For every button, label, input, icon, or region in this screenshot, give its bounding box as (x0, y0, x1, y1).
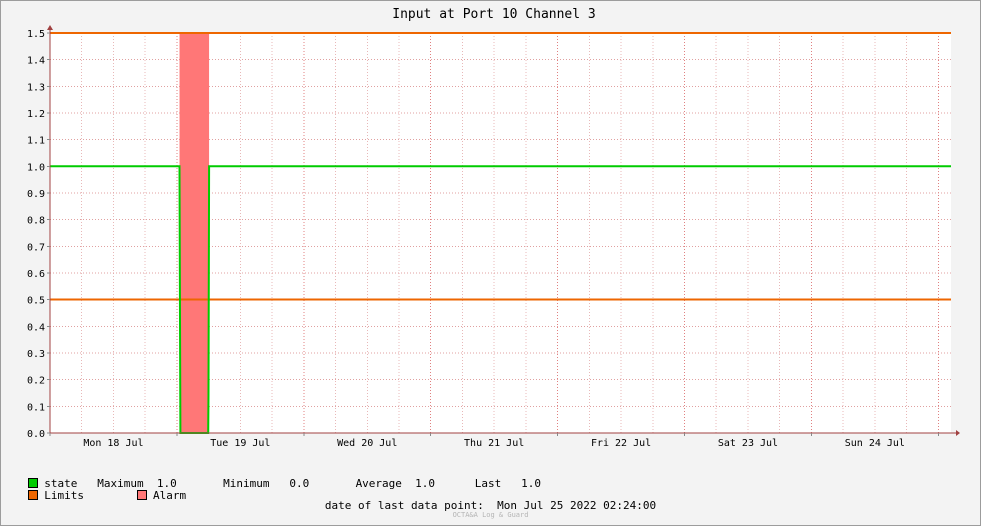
y-tick-label: 1.5 (27, 29, 45, 40)
y-tick-label: 1.4 (27, 56, 45, 67)
x-axis-arrow (956, 430, 960, 436)
y-tick-label: 0.0 (27, 429, 45, 440)
x-tick-label: Mon 18 Jul (83, 438, 143, 449)
y-tick-label: 0.1 (27, 402, 45, 413)
y-tick-label: 0.3 (27, 349, 45, 360)
stat-min-label: Minimum (223, 477, 270, 490)
chart-svg: Input at Port 10 Channel 3 0.0 0.1 0.2 0.3 0… (27, 7, 960, 449)
y-tick-label: 1.2 (27, 109, 45, 120)
stat-min-value: 0.0 (289, 477, 310, 490)
stat-avg-label: Average (355, 477, 402, 490)
y-tick-label: 0.8 (27, 216, 45, 227)
y-tick-label: 0.4 (27, 322, 45, 333)
stat-last-label: Last (474, 477, 502, 490)
alarm-area (179, 33, 210, 433)
y-tick-label: 0.2 (27, 376, 45, 387)
x-tick-label: Fri 22 Jul (591, 438, 651, 449)
stat-avg-value: 1.0 (415, 477, 436, 490)
y-tick-label: 0.9 (27, 189, 45, 200)
y-tick-label: 0.7 (27, 242, 45, 253)
y-axis-arrow (47, 25, 53, 30)
x-tick-label: Thu 21 Jul (464, 438, 524, 449)
stat-last-value: 1.0 (521, 477, 542, 490)
y-tick-label: 1.0 (27, 162, 45, 173)
y-tick-label: 1.1 (27, 136, 45, 147)
x-tick-label: Tue 19 Jul (210, 438, 270, 449)
y-tick-label: 1.3 (27, 82, 45, 93)
chart-title: Input at Port 10 Channel 3 (392, 7, 596, 22)
legend-row-limits-alarm: Limits Alarm (15, 476, 186, 502)
y-tick-label: 0.6 (27, 269, 45, 280)
x-tick-label: Sat 23 Jul (718, 438, 778, 449)
x-tick-label: Sun 24 Jul (845, 438, 905, 449)
x-tick-label: Wed 20 Jul (337, 438, 397, 449)
watermark: OCTA&A Log & Guard (452, 511, 529, 519)
y-tick-label: 0.5 (27, 296, 45, 307)
